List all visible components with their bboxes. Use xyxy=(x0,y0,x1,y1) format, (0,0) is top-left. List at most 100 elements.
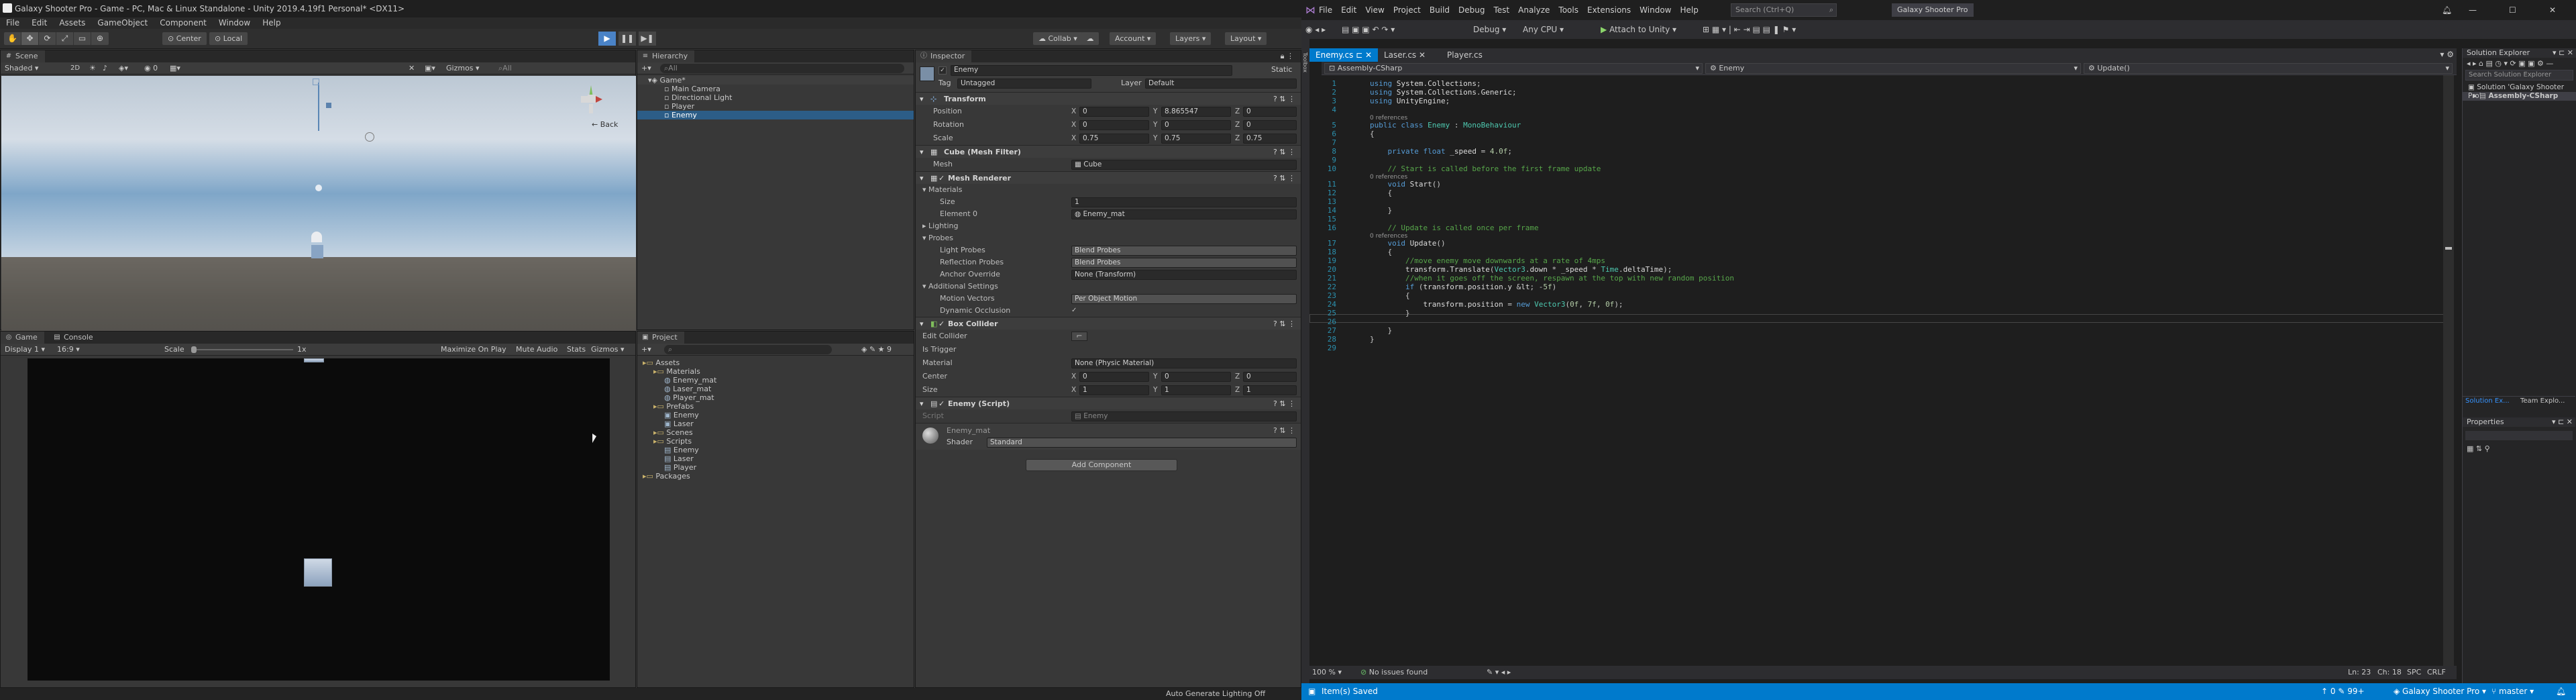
additional-settings-foldout[interactable]: ▾ Additional Settings xyxy=(916,281,1301,293)
vs-menu-view[interactable]: View xyxy=(1365,5,1384,15)
vs-menu-project[interactable]: Project xyxy=(1393,5,1421,15)
motion-vectors-dropdown[interactable]: Per Object Motion xyxy=(1071,294,1297,304)
layer-dropdown[interactable]: Default xyxy=(1145,79,1297,89)
tab-hierarchy[interactable]: ≡ Hierarchy xyxy=(637,50,695,62)
hidden-objects-icon[interactable]: ◉ 0 xyxy=(144,62,158,74)
dynamic-occlusion-checkbox[interactable]: ✓ xyxy=(1071,305,1077,317)
scene-search[interactable]: ⌕All xyxy=(498,62,512,74)
vs-menu-test[interactable]: Test xyxy=(1493,5,1509,15)
effects-dropdown-icon[interactable]: ◈▾ xyxy=(119,62,128,74)
aspect-dropdown[interactable]: 16:9 ▾ xyxy=(57,344,80,356)
minimize-icon[interactable]: — xyxy=(2469,0,2477,20)
position-z[interactable]: 0 xyxy=(1243,107,1297,117)
mesh-filter-header[interactable]: ▾ ▦ Cube (Mesh Filter)? ⇅ ⋮ xyxy=(916,145,1301,158)
tab-inspector[interactable]: ⓘ Inspector xyxy=(916,50,972,62)
script-checkbox[interactable]: ✓ xyxy=(938,397,945,410)
maximize-icon[interactable]: ☐ xyxy=(2509,0,2516,20)
menu-assets[interactable]: Assets xyxy=(59,18,85,28)
material-menu-icon[interactable]: ? ⇅ ⋮ xyxy=(1273,426,1295,435)
mesh-field[interactable]: ▦ Cube xyxy=(1071,160,1297,170)
size-z[interactable]: 1 xyxy=(1243,385,1297,395)
position-y[interactable]: 8.865547 xyxy=(1161,107,1231,117)
shader-dropdown[interactable]: Standard xyxy=(987,438,1297,448)
physic-material-field[interactable]: None (Physic Material) xyxy=(1071,358,1297,368)
solution-search[interactable]: Search Solution Explorer xyxy=(2465,70,2573,81)
status-repo[interactable]: ◈ Galaxy Shooter Pro ▾ xyxy=(2394,683,2486,700)
rotate-tool-icon[interactable]: ⟳ xyxy=(39,32,56,45)
rect-tool-icon[interactable]: ▭ xyxy=(74,32,91,45)
project-item[interactable]: ▸▭ Scenes xyxy=(637,428,914,437)
code-editor[interactable]: 1 using System.Collections; 2 using System.… xyxy=(1309,75,2454,666)
tab-scene[interactable]: # Scene xyxy=(1,50,45,62)
maximize-on-play-toggle[interactable]: Maximize On Play xyxy=(441,344,506,356)
tab-project[interactable]: ▣ Project xyxy=(637,332,684,344)
step-button[interactable]: ▶❚ xyxy=(639,32,656,46)
vs-menu-window[interactable]: Window xyxy=(1640,5,1671,15)
pin-icon[interactable]: ⊏ xyxy=(1356,50,1362,60)
scale-tool-icon[interactable]: ⤢ xyxy=(56,32,74,45)
project-item[interactable]: ▤ Player xyxy=(637,463,914,472)
menu-component[interactable]: Component xyxy=(160,18,207,28)
active-checkbox[interactable]: ✓ xyxy=(938,66,947,74)
config-dropdown[interactable]: Debug ▾ xyxy=(1473,20,1506,39)
lock-icon[interactable]: 🔒︎ ⋮ xyxy=(1281,52,1294,61)
scene-viewport[interactable]: ← Back xyxy=(1,76,636,366)
tab-player-cs[interactable]: Player.cs xyxy=(1441,48,1489,62)
member-nav-dropdown[interactable]: ⚙ Update() ▾ xyxy=(2084,63,2453,74)
vs-menu-edit[interactable]: Edit xyxy=(1341,5,1356,15)
menu-help[interactable]: Help xyxy=(262,18,280,28)
solution-node[interactable]: ▣ Solution 'Galaxy Shooter Pro' xyxy=(2463,83,2576,100)
tab-game[interactable]: ◎ Game xyxy=(1,332,44,344)
hierarchy-item-player[interactable]: ▫ Player xyxy=(637,102,914,111)
toggle-2d[interactable]: 2D xyxy=(70,62,80,74)
transform-tool-icon[interactable]: ⊕ xyxy=(91,32,109,45)
tag-dropdown[interactable]: Untagged xyxy=(957,79,1091,89)
rotation-x[interactable]: 0 xyxy=(1079,120,1149,130)
orientation-gizmo[interactable] xyxy=(581,85,602,119)
attach-unity-button[interactable]: ▶ Attach to Unity ▾ xyxy=(1601,20,1676,39)
project-item[interactable]: ▸▭ Assets xyxy=(637,358,914,367)
tab-solution-explorer[interactable]: Solution Ex... xyxy=(2465,397,2510,406)
project-item[interactable]: ◍ Player_mat xyxy=(637,393,914,402)
size-y[interactable]: 1 xyxy=(1161,385,1231,395)
component-menu-icon[interactable]: ? ⇅ ⋮ xyxy=(1273,397,1295,410)
tab-close-icon[interactable]: ✕ xyxy=(1365,50,1372,60)
git-nav-icon[interactable]: ✎ ▾ ◂ ▸ xyxy=(1487,666,1511,679)
rotation-z[interactable]: 0 xyxy=(1243,120,1297,130)
center-z[interactable]: 0 xyxy=(1243,372,1297,382)
save-tools-icon[interactable]: ▤ ▣ ▣ ↶ ↷ ▾ xyxy=(1342,20,1395,39)
lighting-toggle-icon[interactable]: ☀ xyxy=(89,62,96,74)
component-menu-icon[interactable]: ? ⇅ ⋮ xyxy=(1273,146,1295,158)
vs-menu-analyze[interactable]: Analyze xyxy=(1518,5,1550,15)
hierarchy-search[interactable]: ⌕All xyxy=(660,64,904,73)
pause-button[interactable]: ❚❚ xyxy=(619,32,636,46)
project-item[interactable]: ▣ Laser xyxy=(637,419,914,428)
menu-file[interactable]: File xyxy=(6,18,19,28)
gizmos-dropdown[interactable]: Gizmos ▾ xyxy=(446,62,480,74)
probes-foldout[interactable]: ▾ Probes xyxy=(916,232,1301,244)
space-toggle[interactable]: ⊙ Local xyxy=(209,32,248,45)
vs-menu-extensions[interactable]: Extensions xyxy=(1587,5,1631,15)
transform-header[interactable]: ▾ ⊹ Transform? ⇅ ⋮ xyxy=(916,92,1301,105)
status-counts[interactable]: ↑ 0 ✎ 99+ xyxy=(2321,683,2365,700)
scale-slider[interactable] xyxy=(193,349,293,350)
scale-slider-handle[interactable] xyxy=(191,346,197,353)
account-dropdown[interactable]: Account ▾ xyxy=(1110,32,1157,45)
hierarchy-item-game[interactable]: ▾◈ Game* xyxy=(637,76,914,85)
pivot-toggle[interactable]: ⊙ Center xyxy=(162,32,207,45)
move-tool-icon[interactable]: ✥ xyxy=(21,32,39,45)
vs-menu-tools[interactable]: Tools xyxy=(1558,5,1578,15)
position-x[interactable]: 0 xyxy=(1079,107,1149,117)
layers-dropdown[interactable]: Layers ▾ xyxy=(1170,32,1212,45)
mesh-renderer-checkbox[interactable]: ✓ xyxy=(938,172,945,185)
gameobject-name-field[interactable]: Enemy xyxy=(951,65,1232,76)
solution-explorer-toolbar[interactable]: ◂ ▸ ⌂ ▤ ◷ ▾ ⟳ ▣ ▣ ⚙ — xyxy=(2463,58,2576,70)
whitespace-indicator[interactable]: SPC xyxy=(2407,666,2421,679)
status-branch[interactable]: ⑂ master ▾ xyxy=(2491,683,2534,700)
hierarchy-item-enemy[interactable]: ▫ Enemy xyxy=(637,111,914,119)
materials-size-field[interactable]: 1 xyxy=(1071,197,1297,207)
game-gizmos-dropdown[interactable]: Gizmos ▾ xyxy=(591,344,625,356)
properties-object-dropdown[interactable] xyxy=(2465,431,2573,440)
anchor-field[interactable]: None (Transform) xyxy=(1071,270,1297,280)
debug-tools-icon[interactable]: ⊞ ▦ ▾ | ⇤ ⇥ ▤ ▤ ❚ ⚑ ▾ xyxy=(1703,20,1796,39)
